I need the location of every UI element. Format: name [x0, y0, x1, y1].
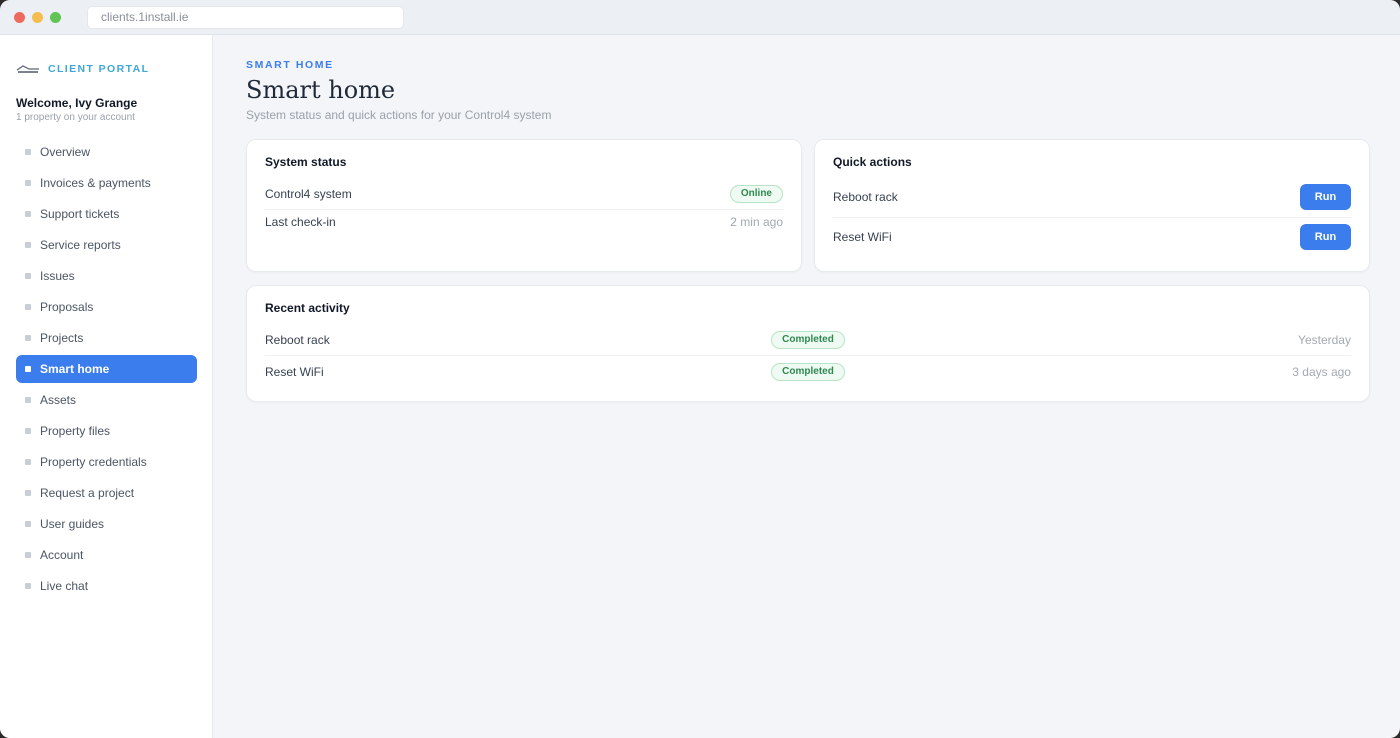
status-row: Control4 system Online [265, 185, 783, 203]
bullet-icon [25, 304, 31, 310]
row-divider [265, 355, 1351, 356]
activity-time: 3 days ago [1292, 365, 1351, 379]
page-title: Smart home [246, 76, 396, 104]
sidebar-item-label: Property files [40, 424, 111, 438]
bullet-icon [25, 242, 31, 248]
sidebar-item-property-files[interactable]: Property files [16, 417, 197, 445]
sidebar-item-label: Smart home [40, 362, 110, 376]
sidebar-item-label: Service reports [40, 238, 121, 252]
sidebar-item-issues[interactable]: Issues [16, 262, 197, 290]
bullet-icon [25, 552, 31, 558]
quick-actions-card: Quick actions Reboot rack Run Reset WiFi… [814, 139, 1370, 272]
sidebar-item-projects[interactable]: Projects [16, 324, 197, 352]
sidebar: CLIENT PORTAL Welcome, Ivy Grange 1 prop… [0, 35, 213, 738]
activity-label: Reboot rack [265, 333, 330, 347]
status-label: Control4 system [265, 187, 352, 201]
welcome-heading: Welcome, Ivy Grange [16, 96, 138, 110]
browser-titlebar: clients.1install.ie [0, 0, 1400, 35]
company-logo-icon [16, 65, 39, 73]
sidebar-item-label: Live chat [40, 579, 89, 593]
bullet-icon [25, 273, 31, 279]
card-title: Recent activity [265, 301, 350, 315]
sidebar-item-label: Invoices & payments [40, 176, 151, 190]
sidebar-item-label: Account [40, 548, 84, 562]
bullet-icon [25, 583, 31, 589]
bullet-icon [25, 335, 31, 341]
address-bar[interactable]: clients.1install.ie [87, 6, 404, 29]
recent-activity-card: Recent activity Reboot rack Completed Ye… [246, 285, 1370, 402]
sidebar-item-invoices[interactable]: Invoices & payments [16, 169, 197, 197]
sidebar-item-live-chat[interactable]: Live chat [16, 572, 197, 600]
row-divider [833, 217, 1351, 218]
bullet-icon [25, 211, 31, 217]
activity-row: Reset WiFi Completed 3 days ago [265, 363, 1351, 381]
sidebar-item-service-reports[interactable]: Service reports [16, 231, 197, 259]
activity-row: Reboot rack Completed Yesterday [265, 331, 1351, 349]
bullet-icon [25, 149, 31, 155]
completed-badge: Completed [771, 331, 845, 349]
activity-label: Reset WiFi [265, 365, 324, 379]
browser-window: clients.1install.ie CLIENT PORTAL Welcom… [0, 0, 1400, 738]
sidebar-item-support-tickets[interactable]: Support tickets [16, 200, 197, 228]
sidebar-item-label: Support tickets [40, 207, 120, 221]
sidebar-item-label: Projects [40, 331, 84, 345]
brand-title: CLIENT PORTAL [48, 63, 150, 75]
sidebar-item-overview[interactable]: Overview [16, 138, 197, 166]
property-count: 1 property on your account [16, 112, 135, 123]
completed-badge: Completed [771, 363, 845, 381]
status-row: Last check-in 2 min ago [265, 215, 783, 229]
sidebar-item-label: Property credentials [40, 455, 147, 469]
sidebar-item-label: User guides [40, 517, 105, 531]
sidebar-item-request-project[interactable]: Request a project [16, 479, 197, 507]
sidebar-item-assets[interactable]: Assets [16, 386, 197, 414]
close-window-button[interactable] [14, 12, 25, 23]
card-title: Quick actions [833, 155, 912, 169]
main-content: SMART HOME Smart home System status and … [213, 35, 1400, 738]
brand[interactable]: CLIENT PORTAL [16, 62, 149, 76]
sidebar-item-label: Assets [40, 393, 77, 407]
online-badge: Online [729, 185, 783, 203]
run-reboot-rack-button[interactable]: Run [1300, 184, 1351, 210]
sidebar-item-account[interactable]: Account [16, 541, 197, 569]
card-title: System status [265, 155, 347, 169]
maximize-window-button[interactable] [50, 12, 61, 23]
row-divider [265, 209, 783, 210]
system-status-card: System status Control4 system Online Las… [246, 139, 802, 272]
sidebar-item-label: Request a project [40, 486, 135, 500]
action-label: Reset WiFi [833, 230, 892, 244]
section-eyebrow: SMART HOME [246, 59, 334, 71]
bullet-icon [25, 366, 31, 372]
bullet-icon [25, 521, 31, 527]
sidebar-item-label: Overview [40, 145, 91, 159]
action-label: Reboot rack [833, 190, 898, 204]
minimize-window-button[interactable] [32, 12, 43, 23]
sidebar-item-label: Issues [40, 269, 75, 283]
bullet-icon [25, 397, 31, 403]
action-row: Reboot rack Run [833, 184, 1351, 210]
bullet-icon [25, 180, 31, 186]
run-reset-wifi-button[interactable]: Run [1300, 224, 1351, 250]
sidebar-item-user-guides[interactable]: User guides [16, 510, 197, 538]
bullet-icon [25, 428, 31, 434]
status-label: Last check-in [265, 215, 336, 229]
sidebar-item-label: Proposals [40, 300, 94, 314]
sidebar-item-property-credentials[interactable]: Property credentials [16, 448, 197, 476]
sidebar-nav: Overview Invoices & payments Support tic… [16, 138, 197, 603]
bullet-icon [25, 490, 31, 496]
page-subtitle: System status and quick actions for your… [246, 108, 552, 122]
sidebar-item-smart-home[interactable]: Smart home [16, 355, 197, 383]
bullet-icon [25, 459, 31, 465]
activity-time: Yesterday [1298, 333, 1351, 347]
last-checkin-value: 2 min ago [730, 215, 783, 229]
action-row: Reset WiFi Run [833, 224, 1351, 250]
sidebar-item-proposals[interactable]: Proposals [16, 293, 197, 321]
